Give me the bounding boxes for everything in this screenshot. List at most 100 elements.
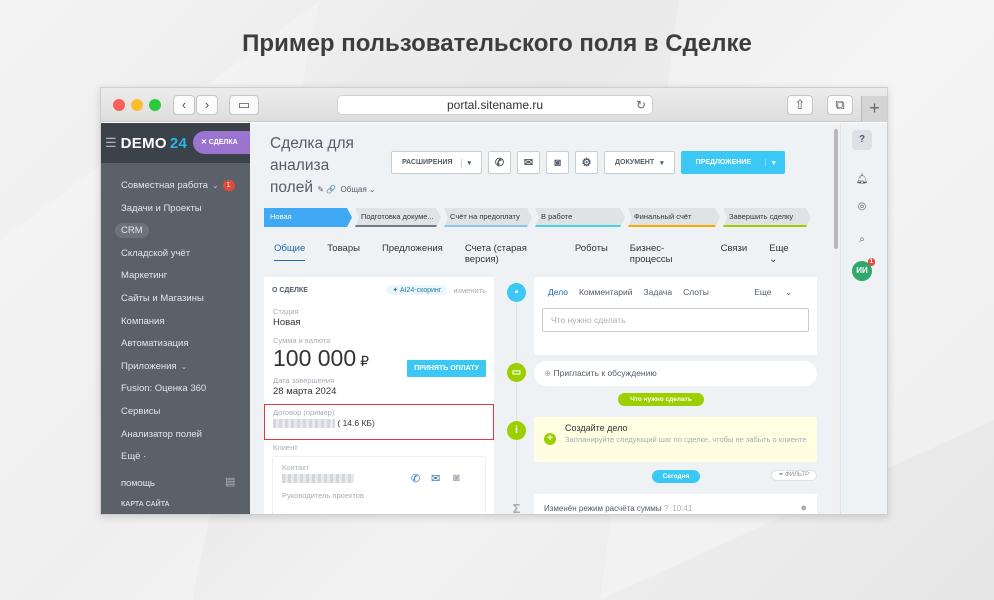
contact-name-blurred[interactable]	[282, 474, 354, 483]
filter-icon: ⏷	[778, 472, 784, 478]
activity-input[interactable]: Что нужно сделать	[542, 308, 809, 332]
edit-icon[interactable]: ✎ 🔗	[317, 185, 336, 194]
mail-icon[interactable]: ✉	[431, 472, 440, 485]
tab-robots[interactable]: Роботы	[575, 243, 608, 265]
menu-icon[interactable]: ☰	[105, 135, 117, 151]
chat-icon[interactable]: ◙	[453, 472, 460, 484]
accept-payment-button[interactable]: ПРИНЯТЬ ОПЛАТУ	[407, 360, 486, 377]
filter-button[interactable]: ⏷ ФИЛЬТР	[770, 470, 817, 481]
sidebar-item-sites[interactable]: Сайты и Магазины	[101, 288, 250, 311]
bell-icon[interactable]: 🔔︎	[852, 170, 872, 190]
phone-icon[interactable]: ✆	[411, 472, 420, 485]
sidebar-item-apps[interactable]: Приложения ⌄	[101, 356, 250, 379]
file-name-blurred[interactable]	[273, 419, 335, 429]
avatar[interactable]: ИИ 1	[852, 258, 875, 281]
tab-products[interactable]: Товары	[327, 243, 360, 265]
tab-more[interactable]: Еще ⌄	[769, 243, 796, 265]
notification-badge: 1	[222, 179, 235, 191]
chevron-down-icon: ⌄	[211, 181, 219, 190]
chat-icon[interactable]: ◙	[546, 151, 570, 174]
url-bar[interactable]: portal.sitename.ru ↻	[337, 95, 653, 115]
sidebar-item-tasks[interactable]: Задачи и Проекты	[101, 198, 250, 221]
gear-icon[interactable]: ⚙	[575, 151, 599, 174]
file-size: ( 14.6 КБ)	[337, 418, 375, 428]
stage-bar: Новая Подготовка докуме... Счёт на предопл…	[264, 208, 814, 227]
sidebar-item-crm[interactable]: CRM	[101, 220, 250, 243]
sidebar: ☰ DEMO 24 ✕ СДЕЛКА Совместная работа ⌄ 1 За…	[101, 123, 251, 514]
back-icon[interactable]: ‹	[173, 95, 195, 115]
sidebar-item-collaboration[interactable]: Совместная работа ⌄ 1	[101, 175, 250, 198]
browser-window: ‹ › ▭ portal.sitename.ru ↻ ⇧ ⧉ + ☰ DEMO 2…	[100, 87, 888, 515]
reload-icon[interactable]: ↻	[636, 96, 646, 115]
todo-label: Что нужно сделать	[618, 393, 704, 406]
stage-4[interactable]: В работе	[535, 208, 625, 227]
tab-slots[interactable]: Слоты	[683, 287, 709, 298]
stage-5[interactable]: Финальный счёт	[628, 208, 720, 227]
deal-title: Сделка для анализа полей ✎ 🔗 Общая ⌄	[270, 135, 376, 196]
tab-task[interactable]: Задача	[644, 287, 673, 298]
logo[interactable]: DEMO 24	[121, 135, 188, 152]
sidebar-item-marketing[interactable]: Маркетинг	[101, 265, 250, 288]
new-tab-button[interactable]: +	[861, 96, 887, 122]
stage-field: Стадия Новая	[264, 307, 494, 328]
tab-proposals[interactable]: Предложения	[382, 243, 443, 265]
card-header: О СДЕЛКЕ ✦ AI24-скоринг изменить	[272, 285, 486, 295]
tab-more[interactable]: Еще ⌄	[754, 287, 803, 298]
main-content: Сделка для анализа полей ✎ 🔗 Общая ⌄ РАС…	[250, 123, 840, 514]
phone-icon[interactable]: ✆	[488, 151, 512, 174]
deal-info-card: О СДЕЛКЕ ✦ AI24-скоринг изменить Стадия …	[264, 277, 494, 514]
tab-business-processes[interactable]: Бизнес-процессы	[630, 243, 699, 265]
minimize-dot[interactable]	[131, 99, 143, 111]
stage-6[interactable]: Завершить сделку	[723, 208, 811, 227]
tabs-icon[interactable]: ⧉	[827, 95, 853, 115]
ai-scoring-pill[interactable]: ✦ AI24-скоринг	[386, 285, 448, 295]
user-icon: ●	[800, 502, 807, 514]
tab-invoices-old[interactable]: Счета (старая версия)	[465, 243, 553, 265]
sidebar-item-fusion[interactable]: Fusion: Оценка 360	[101, 378, 250, 401]
deal-pill[interactable]: ✕ СДЕЛКА	[193, 131, 251, 154]
sidebar-item-more[interactable]: Ещё ·	[101, 446, 250, 469]
stage-2[interactable]: Подготовка докуме...	[355, 208, 441, 227]
extensions-button[interactable]: РАСШИРЕНИЯ ▾	[391, 151, 483, 174]
stage-1[interactable]: Новая	[264, 208, 352, 227]
chat-icon[interactable]: ◎	[852, 197, 872, 217]
edit-link[interactable]: изменить	[453, 286, 486, 295]
maximize-dot[interactable]	[149, 99, 161, 111]
stage-value: Новая	[273, 317, 301, 328]
main-scrollbar[interactable]	[832, 123, 840, 514]
sidebar-item-inventory[interactable]: Складской учёт	[101, 243, 250, 266]
tab-links[interactable]: Связи	[721, 243, 748, 265]
printer-icon[interactable]: ▤	[225, 475, 235, 488]
sidebar-item-field-analyzer[interactable]: Анализатор полей	[101, 424, 250, 447]
history-item: Изменён режим расчёта суммы ? 10:41 ●	[534, 494, 817, 514]
invite-discussion[interactable]: ⊕ Пригласить к обсуждению	[534, 361, 817, 386]
stage-3[interactable]: Счёт на предоплату	[444, 208, 532, 227]
chevron-down-icon: ⌄	[784, 287, 792, 297]
tab-activity[interactable]: Дело	[548, 287, 568, 298]
category-select[interactable]: Общая	[341, 185, 367, 194]
close-dot[interactable]	[113, 99, 125, 111]
document-button[interactable]: ДОКУМЕНТ ▾	[604, 151, 675, 174]
sidebar-toggle-icon[interactable]: ▭	[229, 95, 259, 115]
client-contact-box: Контакт Руководитель проектов ✆ ✉ ◙	[272, 456, 486, 514]
search-icon[interactable]: ⌕	[852, 230, 872, 250]
contract-field[interactable]: Договор (пример) ( 14.6 КБ)	[264, 404, 494, 440]
sum-icon: Σ	[512, 501, 521, 514]
sidebar-item-automation[interactable]: Автоматизация	[101, 333, 250, 356]
create-activity-card[interactable]: + Создайте дело Запланируйте следующий ш…	[534, 417, 817, 462]
tab-comment[interactable]: Комментарий	[579, 287, 633, 298]
help-icon[interactable]: ?	[852, 130, 872, 150]
help-link[interactable]: ПОМОЩЬ	[121, 481, 155, 488]
mail-icon[interactable]: ✉	[517, 151, 541, 174]
sitemap-link[interactable]: КАРТА САЙТА	[121, 501, 170, 508]
tab-general[interactable]: Общие	[274, 243, 306, 261]
sidebar-item-services[interactable]: Сервисы	[101, 401, 250, 424]
close-date-value: 28 марта 2024	[273, 386, 337, 397]
forward-icon[interactable]: ›	[196, 95, 218, 115]
activity-dot-icon: ▪	[507, 283, 526, 302]
sidebar-item-company[interactable]: Компания	[101, 311, 250, 334]
today-label: Сегодня	[652, 470, 700, 483]
share-icon[interactable]: ⇧	[787, 95, 813, 115]
comment-dot-icon: ▭	[507, 363, 526, 382]
proposal-button[interactable]: ПРЕДЛОЖЕНИЕ ▾	[680, 151, 785, 174]
